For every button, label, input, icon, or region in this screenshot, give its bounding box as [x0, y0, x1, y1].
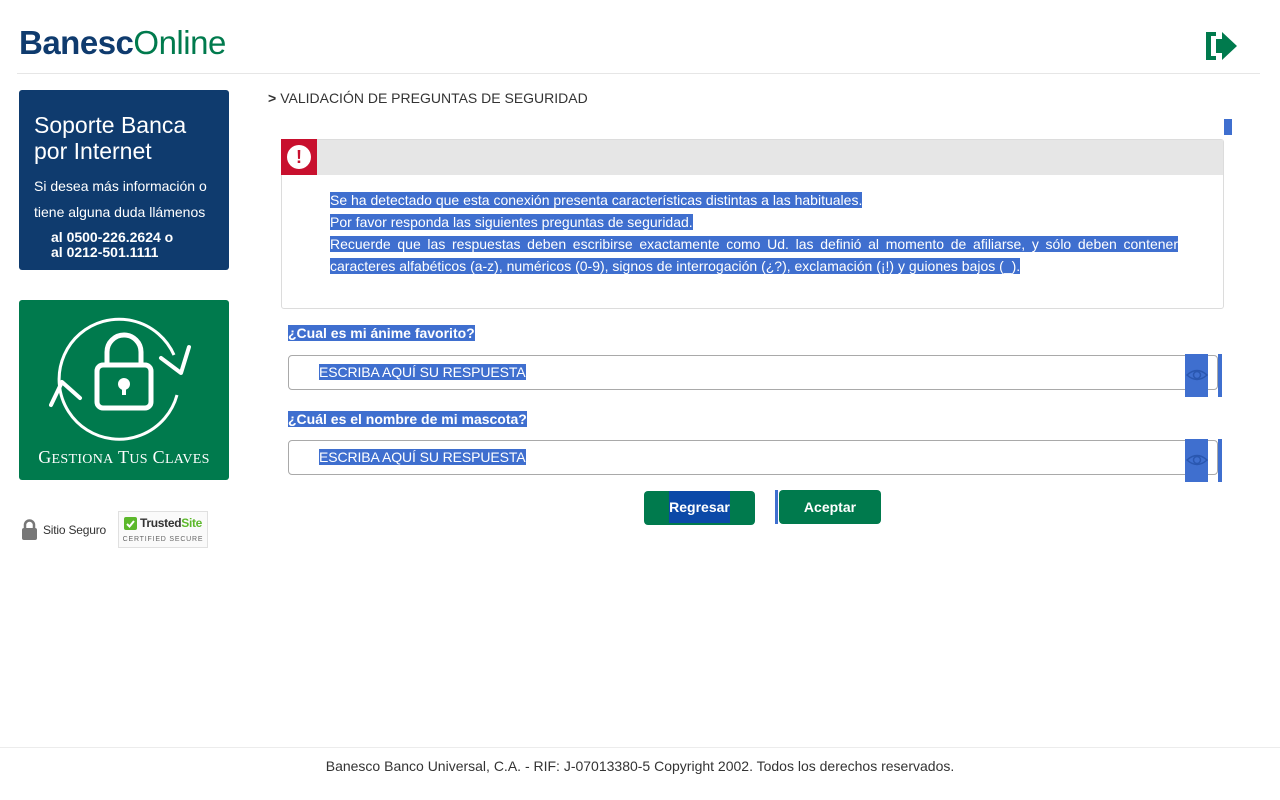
- answer-field-2[interactable]: ESCRIBA AQUÍ SU RESPUESTA: [288, 439, 1222, 482]
- banesco-online-logo[interactable]: BanescOnline: [19, 24, 226, 62]
- question-label-2: ¿Cuál es el nombre de mi mascota?: [288, 411, 527, 427]
- accept-edge-marker: [775, 490, 778, 524]
- logout-icon[interactable]: [1203, 28, 1241, 64]
- alert-message: Se ha detectado que esta conexión presen…: [330, 189, 1178, 277]
- lock-refresh-icon: [49, 317, 191, 441]
- support-description: Si desea más información o tiene alguna …: [34, 178, 207, 220]
- alert-line-1: Se ha detectado que esta conexión presen…: [330, 192, 863, 208]
- back-button[interactable]: Regresar: [644, 491, 755, 525]
- show-password-icon[interactable]: [1185, 354, 1208, 397]
- trusted-suffix: Site: [181, 516, 203, 530]
- back-button-label: Regresar: [669, 491, 730, 523]
- answer-value-1: ESCRIBA AQUÍ SU RESPUESTA: [319, 364, 526, 380]
- padlock-icon: [22, 519, 37, 540]
- accept-button[interactable]: Aceptar: [779, 490, 881, 524]
- secure-site-badge: Sitio Seguro: [21, 518, 106, 542]
- answer-value-2: ESCRIBA AQUÍ SU RESPUESTA: [319, 449, 526, 465]
- alert-line-3: Recuerde que las respuestas deben escrib…: [330, 236, 1178, 274]
- header: BanescOnline: [0, 0, 1280, 75]
- manage-keys-card[interactable]: GESTIONA TUS CLAVES: [19, 300, 229, 480]
- alert-line-2: Por favor responda las siguientes pregun…: [330, 214, 693, 230]
- trusted-prefix: Trusted: [140, 516, 182, 530]
- alert-icon: !: [281, 139, 317, 175]
- field-edge-marker: [1218, 439, 1222, 482]
- breadcrumb-arrow: >: [268, 90, 277, 106]
- show-password-icon[interactable]: [1185, 439, 1208, 482]
- field-edge-marker: [1218, 354, 1222, 397]
- security-alert: ! Se ha detectado que esta conexión pres…: [281, 139, 1224, 309]
- trustedsite-badge[interactable]: Trusted Site CERTIFIED SECURE: [118, 511, 208, 548]
- checkmark-icon: [124, 516, 137, 530]
- question-label-1: ¿Cual es mi ánime favorito?: [288, 325, 475, 341]
- footer-copyright: Banesco Banco Universal, C.A. - RIF: J-0…: [325, 758, 955, 774]
- alert-header: [282, 140, 1223, 175]
- answer-field-1[interactable]: ESCRIBA AQUÍ SU RESPUESTA: [288, 354, 1222, 397]
- support-phone-2: al 0212-501.1111: [51, 244, 159, 260]
- support-card: Soporte Banca por Internet Si desea más …: [19, 90, 229, 270]
- trusted-caption: CERTIFIED SECURE: [122, 536, 204, 543]
- scroll-marker: [1224, 119, 1232, 135]
- footer-divider: [0, 747, 1280, 748]
- page-title: VALIDACIÓN DE PREGUNTAS DE SEGURIDAD: [280, 90, 588, 106]
- support-phone-1: al 0500-226.2624 o: [51, 229, 174, 245]
- header-divider: [17, 73, 1260, 74]
- manage-keys-label: GESTIONA TUS CLAVES: [38, 447, 210, 467]
- secure-site-label: Sitio Seguro: [43, 523, 106, 537]
- support-title: Soporte Banca por Internet: [34, 112, 187, 164]
- breadcrumb: > VALIDACIÓN DE PREGUNTAS DE SEGURIDAD: [268, 90, 588, 106]
